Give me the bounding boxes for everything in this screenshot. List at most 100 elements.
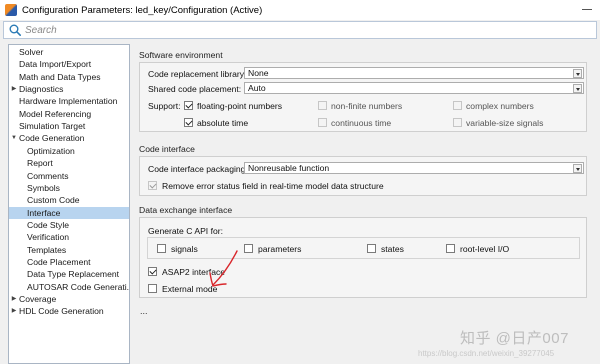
tree-item-label: Data Import/Export <box>19 59 92 70</box>
states-label: states <box>381 244 404 254</box>
expand-right-icon[interactable]: ▶ <box>11 293 17 305</box>
chevron-down-icon[interactable] <box>573 164 582 173</box>
watermark-url: https://blog.csdn.net/weixin_39277045 <box>418 349 555 358</box>
packaging-value: Nonreusable function <box>248 163 330 173</box>
shared-code-value: Auto <box>248 83 266 93</box>
minimize-button[interactable] <box>582 9 592 10</box>
tree-item[interactable]: Model Referencing <box>9 108 129 120</box>
floating-point-checkbox[interactable] <box>184 101 193 110</box>
remove-error-status-label: Remove error status field in real-time m… <box>162 181 384 191</box>
search-input[interactable] <box>25 24 525 36</box>
tree-item-label: Report <box>27 158 53 169</box>
tree-item[interactable]: Custom Code <box>9 194 129 206</box>
software-environment-group: Code replacement library: None Shared co… <box>139 62 587 132</box>
expand-right-icon[interactable]: ▶ <box>11 305 17 317</box>
tree-item[interactable]: Interface <box>9 206 129 219</box>
tree-item-label: Simulation Target <box>19 121 86 132</box>
window-titlebar: Configuration Parameters: led_key/Config… <box>0 0 600 20</box>
section-title-data-exchange: Data exchange interface <box>139 205 233 215</box>
tree-item[interactable]: Solver <box>9 46 129 58</box>
tree-item[interactable]: Math and Data Types <box>9 71 129 83</box>
tree-item[interactable]: ▼ Code Generation <box>9 132 129 144</box>
tree-item[interactable]: Templates <box>9 244 129 256</box>
watermark-text: 知乎 @日产007 <box>460 330 569 347</box>
tree-item-label: Comments <box>27 170 69 181</box>
states-checkbox[interactable] <box>367 244 376 253</box>
chevron-down-icon[interactable] <box>573 69 582 78</box>
expand-right-icon[interactable]: ▶ <box>11 83 17 95</box>
tree-item[interactable]: Code Style <box>9 219 129 231</box>
root-level-io-label: root-level I/O <box>460 244 510 254</box>
tree-item-label: Data Type Replacement <box>27 269 120 280</box>
signals-checkbox[interactable] <box>157 244 166 253</box>
tree-item[interactable]: Code Placement <box>9 256 129 268</box>
shared-code-label: Shared code placement: <box>148 84 242 94</box>
generate-c-api-label: Generate C API for: <box>148 226 223 236</box>
continuous-time-label: continuous time <box>331 118 392 128</box>
tree-item-label: Code Style <box>27 219 70 230</box>
tree-item[interactable]: AUTOSAR Code Generati... <box>9 281 129 293</box>
shared-code-select[interactable]: Auto <box>244 82 584 94</box>
root-level-io-checkbox[interactable] <box>446 244 455 253</box>
tree-item-label: Solver <box>19 47 44 57</box>
code-replacement-select[interactable]: None <box>244 67 584 79</box>
tree-item[interactable]: ▶ Coverage <box>9 293 129 305</box>
tree-item-label: Code Placement <box>27 256 91 267</box>
tree-item-label: Symbols <box>27 182 60 193</box>
chevron-down-icon[interactable] <box>573 84 582 93</box>
tree-item-label: HDL Code Generation <box>19 306 104 317</box>
expand-down-icon[interactable]: ▼ <box>11 132 17 144</box>
continuous-time-checkbox[interactable] <box>318 118 327 127</box>
non-finite-checkbox[interactable] <box>318 101 327 110</box>
search-icon[interactable] <box>8 23 22 37</box>
remove-error-status-checkbox[interactable] <box>148 181 157 190</box>
tree-item-label: Custom Code <box>27 195 80 206</box>
asap2-interface-checkbox[interactable] <box>148 267 157 276</box>
absolute-time-label: absolute time <box>197 118 249 128</box>
annotation-arrow-icon <box>209 250 238 287</box>
tree-item-label: Templates <box>27 244 67 255</box>
code-interface-group: Code interface packaging: Nonreusable fu… <box>139 156 587 196</box>
external-mode-checkbox[interactable] <box>148 284 157 293</box>
section-title-code-interface: Code interface <box>139 144 195 154</box>
packaging-label: Code interface packaging: <box>148 164 248 174</box>
variable-size-checkbox[interactable] <box>453 118 462 127</box>
signals-label: signals <box>171 244 198 254</box>
tree-item-label: Coverage <box>19 294 57 304</box>
tree-item[interactable]: Symbols <box>9 182 129 194</box>
window-title: Configuration Parameters: led_key/Config… <box>22 4 263 16</box>
search-bar <box>3 21 597 39</box>
tree-item[interactable]: Data Type Replacement <box>9 268 129 280</box>
complex-checkbox[interactable] <box>453 101 462 110</box>
section-title-software-environment: Software environment <box>139 50 223 60</box>
tree-item-label: Model Referencing <box>19 108 92 119</box>
simulink-app-icon <box>5 4 17 16</box>
tree-item[interactable]: ▶ Diagnostics <box>9 83 129 95</box>
tree-item-label: Code Generation <box>19 133 85 144</box>
tree-item[interactable]: Simulation Target <box>9 120 129 132</box>
non-finite-label: non-finite numbers <box>331 101 403 111</box>
tree-item-label: Math and Data Types <box>19 71 101 82</box>
settings-pane: Software environment Code replacement li… <box>137 44 600 364</box>
parameters-checkbox[interactable] <box>244 244 253 253</box>
tree-item[interactable]: ▶ HDL Code Generation <box>9 305 129 317</box>
absolute-time-checkbox[interactable] <box>184 118 193 127</box>
complex-label: complex numbers <box>466 101 534 111</box>
tree-item-label: Interface <box>27 207 61 218</box>
tree-item-label: Optimization <box>27 145 75 156</box>
tree-item[interactable]: Report <box>9 157 129 169</box>
more-settings-ellipsis: ... <box>140 306 148 316</box>
code-replacement-label: Code replacement library: <box>148 69 247 79</box>
variable-size-label: variable-size signals <box>466 118 544 128</box>
tree-item[interactable]: Verification <box>9 231 129 243</box>
parameters-label: parameters <box>258 244 302 254</box>
category-tree: Solver Data Import/Export Math and Data Ty… <box>8 44 130 364</box>
packaging-select[interactable]: Nonreusable function <box>244 162 584 174</box>
tree-item[interactable]: Comments <box>9 170 129 182</box>
tree-item[interactable]: Data Import/Export <box>9 58 129 70</box>
tree-item[interactable]: Hardware Implementation <box>9 95 129 107</box>
tree-item-label: Verification <box>27 232 70 243</box>
support-label: Support: <box>148 101 181 111</box>
tree-item[interactable]: Optimization <box>9 145 129 157</box>
floating-point-label: floating-point numbers <box>197 101 283 111</box>
